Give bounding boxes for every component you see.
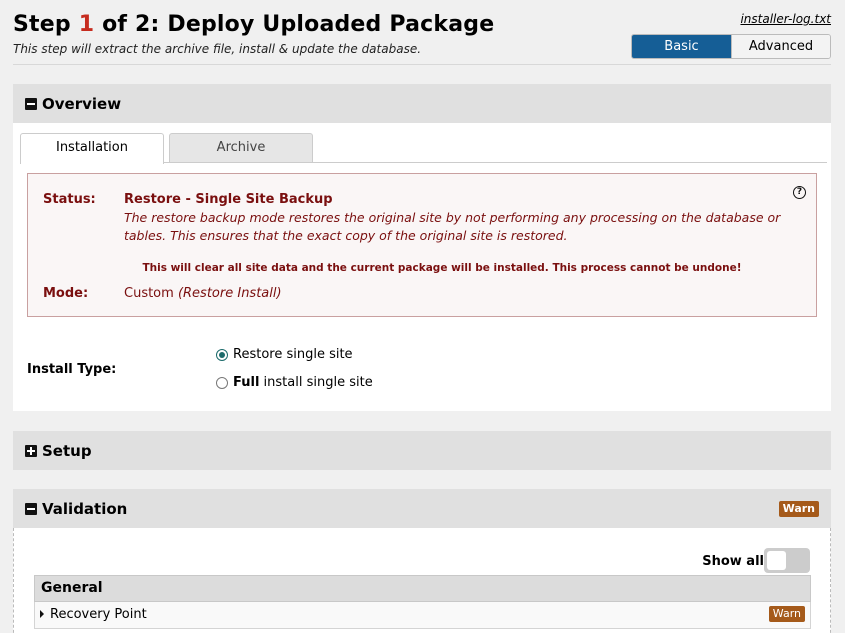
install-option-full-label: install single site: [263, 375, 373, 390]
collapse-icon: [25, 502, 37, 515]
title-prefix: Step: [13, 12, 71, 37]
validation-title: Validation: [42, 499, 128, 518]
install-option-full-bold: Full: [233, 375, 260, 390]
status-label: Status:: [43, 192, 96, 207]
title-suffix: of 2: Deploy Uploaded Package: [102, 12, 495, 37]
overview-section-header[interactable]: Overview: [13, 84, 831, 123]
mode-value: Custom (Restore Install): [124, 286, 282, 301]
step-number: 1: [78, 12, 95, 37]
tab-installation[interactable]: Installation: [20, 133, 164, 164]
validation-warn-badge: Warn: [778, 501, 819, 517]
installer-log-link[interactable]: installer-log.txt: [740, 12, 831, 26]
overview-tabs: Installation Archive: [20, 133, 318, 164]
validation-panel: Show all General Recovery Point Warn: [13, 528, 831, 633]
install-option-full[interactable]: Full install single site: [216, 375, 373, 390]
advanced-mode-button[interactable]: Advanced: [731, 35, 830, 58]
setup-title: Setup: [42, 441, 92, 460]
general-group-header: General: [34, 575, 811, 602]
mode-value-text: Custom: [124, 286, 174, 301]
collapse-icon: [25, 97, 37, 110]
view-mode-toggle: Basic Advanced: [631, 34, 831, 59]
header-divider: [13, 64, 831, 65]
install-option-restore-label: Restore single site: [233, 347, 353, 362]
status-box: Status: Restore - Single Site Backup The…: [27, 173, 817, 317]
tab-archive[interactable]: Archive: [169, 133, 313, 163]
basic-mode-button[interactable]: Basic: [632, 35, 731, 58]
install-option-restore[interactable]: Restore single site: [216, 347, 353, 362]
radio-restore-single-site[interactable]: [216, 348, 228, 361]
overview-panel: Installation Archive Status: Restore - S…: [13, 123, 831, 411]
show-all-toggle[interactable]: [764, 548, 810, 573]
help-icon[interactable]: ?: [793, 186, 806, 199]
validation-item-recovery-point[interactable]: Recovery Point Warn: [34, 602, 811, 629]
expand-arrow-icon: [40, 610, 44, 618]
setup-section-header[interactable]: Setup: [13, 431, 831, 470]
recovery-point-warn-badge: Warn: [768, 606, 805, 622]
validation-section-header[interactable]: Validation Warn: [13, 489, 831, 528]
status-title: Restore - Single Site Backup: [124, 192, 333, 207]
expand-icon: [25, 444, 37, 457]
page-header: Step 1 of 2: Deploy Uploaded Package Thi…: [13, 10, 831, 59]
overwrite-warning: This will clear all site data and the cu…: [142, 262, 742, 274]
radio-full-install-single-site[interactable]: [216, 376, 228, 389]
overview-title: Overview: [42, 94, 122, 113]
install-type-label: Install Type:: [27, 362, 117, 377]
validation-item-label: Recovery Point: [50, 607, 147, 622]
show-all-label: Show all: [702, 554, 764, 569]
status-description: The restore backup mode restores the ori…: [124, 210, 781, 243]
mode-label: Mode:: [43, 286, 89, 301]
mode-value-note: (Restore Install): [177, 286, 282, 301]
